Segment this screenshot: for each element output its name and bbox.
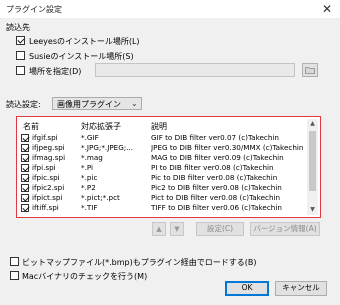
plugin-extensions: *.pic	[81, 173, 98, 182]
title-bar: プラグイン設定 ✕	[0, 0, 340, 18]
custom-location-checkbox[interactable]	[16, 66, 25, 75]
plugin-name: ifjpeg.spi	[32, 143, 65, 152]
close-icon[interactable]: ✕	[318, 2, 336, 16]
plugin-description: MAG to DIB filter ver0.09 (c)Takechin	[151, 153, 284, 162]
list-item[interactable]: ifmag.spi *.mag MAG to DIB filter ver0.0…	[19, 153, 307, 163]
column-header-description[interactable]: 説明	[151, 121, 167, 131]
plugin-extensions: *.mag	[81, 153, 103, 162]
plugin-list-body: 名前 対応拡張子 説明 ifgif.spi *.GIF GIF to DIB f…	[19, 119, 307, 215]
plugin-description: Pic to DIB filter ver0.08 (c)Takechin	[151, 173, 278, 182]
cancel-button[interactable]: キャンセル	[275, 281, 327, 296]
plugin-enabled-checkbox[interactable]	[21, 194, 29, 202]
plugin-description: JPEG to DIB filter ver0.30/MMX (c)Takech…	[151, 143, 304, 152]
plugin-name: ifgif.spi	[32, 133, 58, 142]
list-item[interactable]: ifgif.spi *.GIF GIF to DIB filter ver0.0…	[19, 133, 307, 143]
plugin-description: Pict to DIB filter ver0.08 (c)Takechin	[151, 193, 281, 202]
move-down-button[interactable]: ▼	[170, 222, 184, 236]
load-settings-label: 読込設定:	[6, 100, 41, 109]
mac-binary-check-checkbox[interactable]	[10, 271, 19, 280]
plugin-extensions: *.pict;*.pct	[81, 193, 120, 202]
plugin-description: PI to DIB filter ver0.08 (c)Takechin	[151, 163, 274, 172]
plugin-enabled-checkbox[interactable]	[21, 144, 29, 152]
mac-binary-check-label: Macバイナリのチェックを行う(M)	[22, 272, 148, 281]
plugin-extensions: *.P2	[81, 183, 96, 192]
scroll-thumb[interactable]	[309, 131, 316, 191]
plugin-extensions: *.JPG;*.JPEG;...	[81, 143, 134, 152]
plugin-extensions: *.Pi	[81, 163, 94, 172]
browse-folder-button[interactable]	[302, 63, 318, 77]
load-settings-value: 画像用プラグイン	[57, 100, 121, 109]
load-settings-dropdown[interactable]: 画像用プラグイン ⌄	[52, 97, 142, 110]
plugin-enabled-checkbox[interactable]	[21, 164, 29, 172]
version-info-button[interactable]: バージョン情報(A)	[250, 222, 320, 236]
plugin-description: GIF to DIB filter ver0.07 (c)Takechin	[151, 133, 279, 142]
list-item[interactable]: ifpi.spi *.Pi PI to DIB filter ver0.08 (…	[19, 163, 307, 173]
folder-icon	[305, 67, 315, 74]
list-scrollbar[interactable]: ▲ ▼	[307, 119, 318, 215]
column-header-extensions[interactable]: 対応拡張子	[81, 121, 121, 131]
plugin-enabled-checkbox[interactable]	[21, 154, 29, 162]
ok-button[interactable]: OK	[225, 281, 269, 296]
column-header-name[interactable]: 名前	[23, 121, 39, 131]
susie-install-checkbox[interactable]	[16, 51, 25, 60]
plugin-list[interactable]: 名前 対応拡張子 説明 ifgif.spi *.GIF GIF to DIB f…	[16, 116, 321, 218]
custom-path-field[interactable]	[95, 63, 295, 77]
leeyes-install-label: Leeyesのインストール場所(L)	[29, 37, 140, 46]
susie-install-label: Susieのインストール場所(S)	[29, 52, 134, 61]
plugin-name: ifpic.spi	[32, 173, 60, 182]
scroll-down-icon[interactable]: ▼	[307, 205, 318, 215]
plugin-name: ifpi.spi	[32, 163, 56, 172]
plugin-name: ifmag.spi	[32, 153, 66, 162]
bitmap-via-plugin-checkbox[interactable]	[10, 257, 19, 266]
list-item[interactable]: iftiff.spi *.TIF TIFF to DIB filter ver0…	[19, 203, 307, 213]
settings-button[interactable]: 設定(C)	[196, 222, 244, 236]
load-source-label: 読込先	[6, 23, 30, 32]
plugin-name: iftiff.spi	[32, 203, 59, 212]
window-title: プラグイン設定	[6, 5, 62, 14]
plugin-name: ifpict.spi	[32, 193, 63, 202]
plugin-name: ifpic2.spi	[32, 183, 65, 192]
plugin-description: Pic2 to DIB filter ver0.08 (c)Takechin	[151, 183, 282, 192]
chevron-down-icon: ⌄	[131, 99, 138, 108]
list-item[interactable]: ifjpeg.spi *.JPG;*.JPEG;... JPEG to DIB …	[19, 143, 307, 153]
plugin-extensions: *.GIF	[81, 133, 99, 142]
leeyes-install-checkbox[interactable]	[16, 36, 25, 45]
plugin-extensions: *.TIF	[81, 203, 98, 212]
plugin-enabled-checkbox[interactable]	[21, 184, 29, 192]
bitmap-via-plugin-label: ビットマップファイル(*.bmp)もプラグイン経由でロードする(B)	[22, 258, 257, 267]
list-item[interactable]: ifpic2.spi *.P2 Pic2 to DIB filter ver0.…	[19, 183, 307, 193]
scroll-up-icon[interactable]: ▲	[307, 119, 318, 129]
plugin-enabled-checkbox[interactable]	[21, 134, 29, 142]
move-up-button[interactable]: ▲	[152, 222, 166, 236]
custom-location-label: 場所を指定(D)	[29, 67, 82, 76]
plugin-enabled-checkbox[interactable]	[21, 174, 29, 182]
plugin-description: TIFF to DIB filter ver0.06 (c)Takechin	[151, 203, 282, 212]
list-item[interactable]: ifpic.spi *.pic Pic to DIB filter ver0.0…	[19, 173, 307, 183]
plugin-enabled-checkbox[interactable]	[21, 204, 29, 212]
list-item[interactable]: ifpict.spi *.pict;*.pct Pict to DIB filt…	[19, 193, 307, 203]
